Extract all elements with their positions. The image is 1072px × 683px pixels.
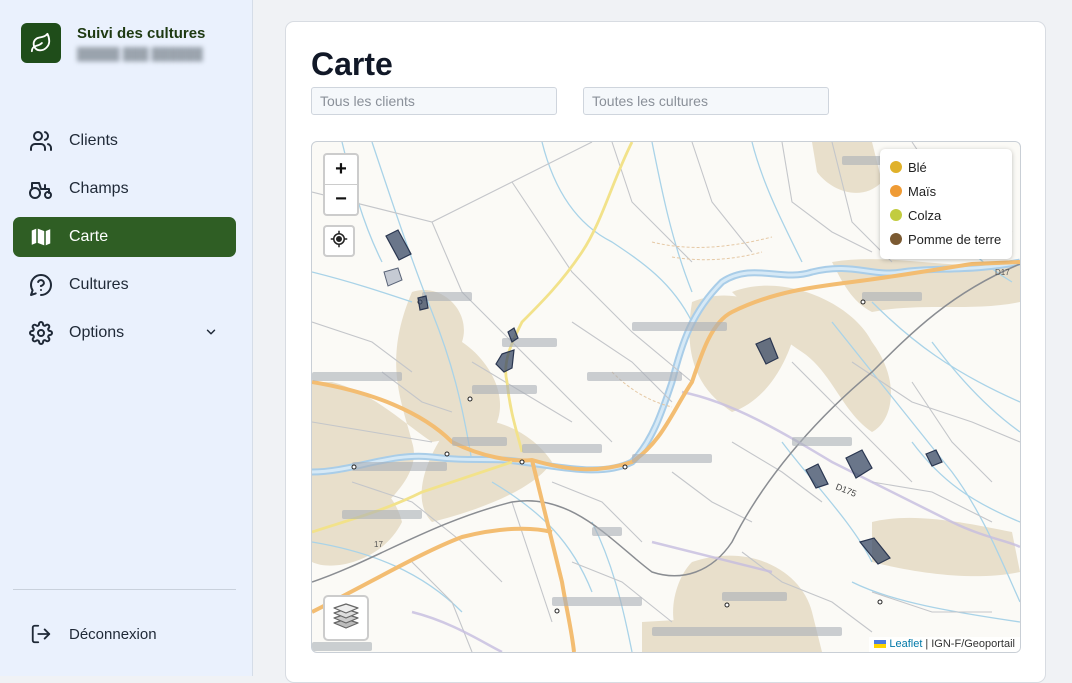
map-icon xyxy=(28,224,54,250)
road-label: D175 xyxy=(834,482,858,499)
gear-icon xyxy=(28,320,54,346)
logout-icon xyxy=(28,621,54,647)
sidebar-item-label: Cultures xyxy=(69,276,129,293)
legend-swatch xyxy=(890,161,902,173)
field-polygon[interactable] xyxy=(383,267,403,287)
leaflet-link[interactable]: Leaflet xyxy=(889,638,922,650)
map-view[interactable]: D175 17 D17 + − Blé Maïs Colza Pomme de … xyxy=(311,141,1021,653)
sidebar-item-label: Options xyxy=(69,324,125,341)
map-legend: Blé Maïs Colza Pomme de terre xyxy=(880,149,1012,259)
chevron-down-icon xyxy=(204,325,218,344)
legend-label: Colza xyxy=(908,207,942,223)
app-subtitle: █████ ███ ██████ xyxy=(77,47,203,61)
sidebar-item-label: Clients xyxy=(69,132,118,149)
legend-label: Pomme de terre xyxy=(908,231,1002,247)
sidebar-item-champs[interactable]: Champs xyxy=(13,169,236,209)
sidebar-nav: Clients Champs Carte Cultures Options xyxy=(13,121,236,361)
leaf-icon xyxy=(21,23,61,63)
page-title: Carte xyxy=(311,46,393,82)
legend-swatch xyxy=(890,209,902,221)
sidebar-item-carte[interactable]: Carte xyxy=(13,217,236,257)
culture-filter-input[interactable] xyxy=(583,87,829,115)
legend-item: Pomme de terre xyxy=(880,227,1012,251)
zoom-in-button[interactable]: + xyxy=(325,155,357,184)
sidebar-item-options[interactable]: Options xyxy=(13,313,236,353)
locate-button[interactable] xyxy=(323,225,355,257)
legend-item: Maïs xyxy=(880,179,1012,203)
legend-label: Maïs xyxy=(908,183,937,199)
users-icon xyxy=(28,128,54,154)
attribution-provider: IGN-F/Geoportail xyxy=(931,638,1015,650)
brand: Suivi des cultures █████ ███ ██████ xyxy=(21,23,205,63)
logout-button[interactable]: Déconnexion xyxy=(13,614,236,654)
logout-label: Déconnexion xyxy=(69,625,157,643)
client-filter-input[interactable] xyxy=(311,87,557,115)
road-label: 17 xyxy=(374,540,383,549)
app-title: Suivi des cultures xyxy=(77,25,206,42)
sidebar-item-cultures[interactable]: Cultures xyxy=(13,265,236,305)
legend-label: Blé xyxy=(908,159,927,175)
sidebar: Suivi des cultures █████ ███ ██████ Clie… xyxy=(0,0,253,676)
legend-swatch xyxy=(890,233,902,245)
crosshair-icon xyxy=(330,230,348,253)
legend-item: Blé xyxy=(880,155,1012,179)
sidebar-item-label: Carte xyxy=(69,228,109,245)
plant-question-icon xyxy=(28,272,54,298)
map-card: Carte Tous les clients Toutes les cultur… xyxy=(285,21,1046,683)
sidebar-divider xyxy=(13,589,236,590)
tractor-icon xyxy=(28,176,54,202)
field-polygon[interactable] xyxy=(925,449,943,467)
layers-icon xyxy=(332,602,360,634)
field-polygon[interactable] xyxy=(805,463,829,489)
ukraine-flag-icon xyxy=(874,640,887,648)
field-polygon[interactable] xyxy=(845,449,873,479)
road-label: D17 xyxy=(995,268,1010,277)
map-attribution: Leaflet | IGN-F/Geoportail xyxy=(869,637,1020,652)
field-polygon[interactable] xyxy=(417,295,429,311)
legend-swatch xyxy=(890,185,902,197)
zoom-control: + − xyxy=(323,153,359,216)
sidebar-item-label: Champs xyxy=(69,180,129,197)
sidebar-item-clients[interactable]: Clients xyxy=(13,121,236,161)
legend-item: Colza xyxy=(880,203,1012,227)
attribution-separator: | xyxy=(925,638,929,650)
zoom-out-button[interactable]: − xyxy=(325,184,357,214)
layers-button[interactable] xyxy=(323,595,369,641)
field-polygon[interactable] xyxy=(495,349,515,373)
